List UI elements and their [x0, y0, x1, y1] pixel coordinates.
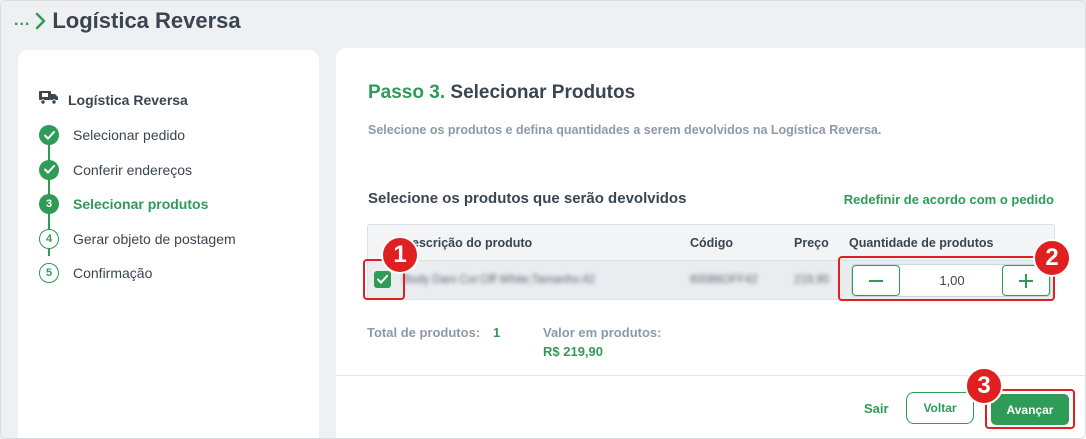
annotation-badge-2: 2 — [1033, 239, 1071, 277]
table-header: Descrição do produto Código Preço Quanti… — [368, 225, 1054, 260]
check-icon — [39, 125, 59, 146]
step-conferir-enderecos[interactable]: Conferir endereços — [39, 153, 236, 188]
breadcrumb-ellipsis[interactable]: ... — [14, 12, 30, 30]
header-description: Descrição do produto — [403, 236, 533, 250]
total-value-amount: R$ 219,90 — [543, 344, 603, 359]
step-number: 3 — [39, 194, 59, 215]
stepper-header: Logística Reversa — [38, 89, 188, 110]
back-button[interactable]: Voltar — [906, 392, 974, 424]
step-confirmacao[interactable]: 5 Confirmação — [39, 256, 236, 291]
header-quantity: Quantidade de produtos — [849, 236, 994, 250]
step-number: 4 — [39, 228, 59, 249]
row-code: 60086OFF42 — [690, 274, 758, 286]
step-selecionar-pedido[interactable]: Selecionar pedido — [39, 118, 236, 153]
total-products-label: Total de produtos: — [367, 325, 481, 340]
total-value-label: Valor em produtos: — [543, 325, 662, 340]
annotation-badge-1: 1 — [381, 236, 419, 274]
step-label: Confirmação — [73, 265, 153, 282]
step-gerar-objeto[interactable]: 4 Gerar objeto de postagem — [39, 222, 236, 257]
step-heading: Passo 3. Selecionar Produtos — [368, 82, 635, 104]
step-number: 5 — [39, 263, 59, 284]
exit-button[interactable]: Sair — [864, 401, 889, 416]
total-products-value: 1 — [493, 325, 501, 340]
annotation-badge-3: 3 — [965, 367, 1003, 405]
step-subtitle: Selecione os produtos e defina quantidad… — [368, 123, 882, 137]
row-price: 219,90 — [794, 274, 830, 286]
truck-icon — [38, 89, 60, 110]
page-title: Logística Reversa — [52, 8, 241, 33]
step-selecionar-produtos[interactable]: 3 Selecionar produtos — [39, 187, 236, 222]
breadcrumb: ... Logística Reversa — [14, 6, 241, 36]
step-heading-title: Selecionar Produtos — [450, 82, 636, 103]
step-label: Selecionar pedido — [73, 127, 186, 144]
chevron-right-icon — [34, 11, 48, 31]
stepper-sidebar: Logística Reversa Selecionar pedido Conf… — [18, 50, 319, 439]
check-icon — [39, 159, 59, 180]
step-heading-prefix: Passo 3. — [368, 82, 446, 103]
stepper-title: Logística Reversa — [68, 91, 188, 108]
step-label: Selecionar produtos — [73, 196, 209, 213]
header-code: Código — [690, 236, 734, 250]
step-label: Gerar objeto de postagem — [73, 230, 236, 247]
annotation-box-quantity — [838, 256, 1055, 301]
stepper-list: Selecionar pedido Conferir endereços 3 S… — [39, 118, 236, 291]
step-label: Conferir endereços — [73, 161, 193, 178]
section-title: Selecione os produtos que serão devolvid… — [368, 190, 687, 207]
header-price: Preço — [794, 236, 829, 250]
reset-link[interactable]: Redefinir de acordo com o pedido — [844, 192, 1054, 207]
row-description: Body Dani Cor:Off White;Tamanho:42 — [403, 274, 596, 286]
